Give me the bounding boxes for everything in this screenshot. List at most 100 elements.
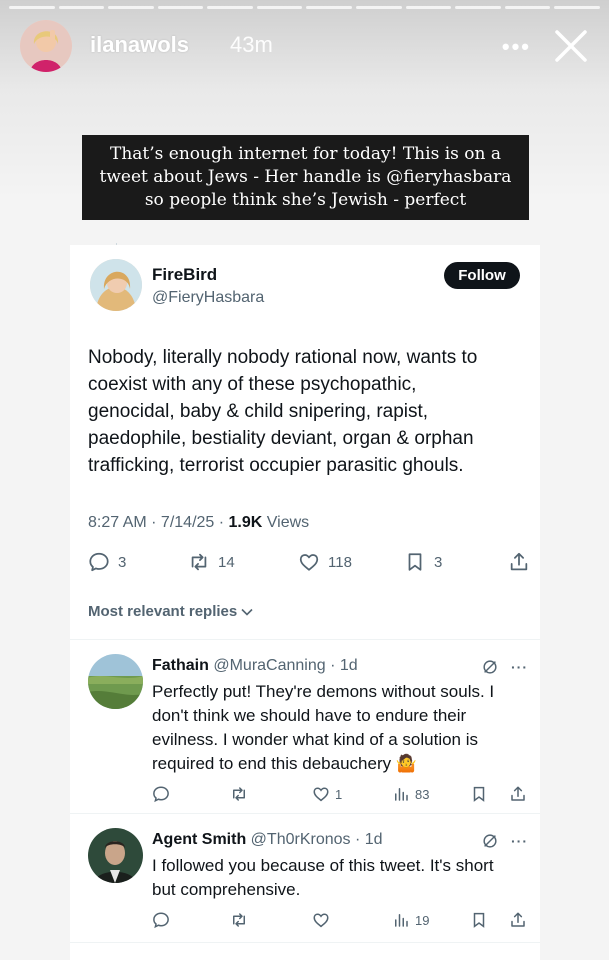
reply-more-icon[interactable]: ··· — [511, 659, 528, 675]
reply-views-count: 19 — [415, 912, 430, 928]
progress-segment — [58, 6, 105, 9]
reply-like-count: 1 — [335, 786, 343, 802]
reply-header: Agent Smith @Th0rKronos · 1d — [152, 831, 383, 848]
close-icon[interactable] — [551, 26, 591, 66]
grok-icon[interactable] — [481, 832, 499, 850]
bookmark-icon — [408, 553, 422, 571]
story-user-avatar[interactable] — [20, 20, 72, 72]
reply-like-button[interactable]: 1 — [312, 785, 342, 803]
analytics-icon — [395, 914, 408, 927]
bookmark-icon — [473, 786, 485, 802]
repost-icon — [233, 787, 245, 801]
caption-line: tweet about Jews - Her handle is @fieryh… — [99, 167, 512, 187]
reply-text-line: but comprehensive. — [152, 880, 301, 899]
reply-bookmark-button[interactable] — [470, 785, 488, 803]
progress-segment — [9, 6, 55, 9]
story-time-ago: 43m — [230, 32, 273, 57]
reply-author-name[interactable]: Agent Smith — [152, 831, 246, 848]
reply-count: 3 — [118, 553, 127, 571]
progress-segment — [554, 6, 600, 9]
reply-text-line: required to end this debauchery 🤷 — [152, 754, 417, 773]
divider — [70, 639, 540, 640]
reply-reply-button[interactable] — [152, 911, 170, 929]
reply-like-button[interactable] — [312, 911, 330, 929]
reply-icon — [153, 786, 169, 803]
tweet-meta: 8:27 AM · 7/14/25 · 1.9K Views — [88, 514, 310, 531]
progress-segment — [356, 6, 402, 9]
reply-views-button[interactable]: 83 — [392, 785, 429, 803]
story-caption: That’s enough internet for today! This i… — [82, 135, 529, 220]
reply-button[interactable]: 3 — [88, 551, 126, 573]
bookmark-count: 3 — [434, 553, 443, 571]
reply-avatar[interactable] — [88, 654, 143, 709]
replies-sort-label: Most relevant replies — [88, 603, 238, 620]
share-icon — [511, 912, 525, 927]
reply-text-line: Perfectly put! They're demons without so… — [152, 682, 495, 701]
tweet-screenshot: FireBird @FieryHasbara Follow Nobody, li… — [70, 245, 540, 960]
tweet-text-line: paedophile, bestiality deviant, organ & … — [88, 428, 474, 449]
reply-author-handle[interactable]: @MuraCanning — [213, 657, 325, 674]
reply-actions: 1 83 — [152, 785, 532, 805]
like-count: 118 — [328, 553, 352, 571]
progress-segment — [108, 6, 154, 9]
author-handle[interactable]: @FieryHasbara — [152, 289, 264, 307]
reply-more-icon[interactable]: ··· — [511, 833, 528, 849]
reply-repost-button[interactable] — [230, 785, 248, 803]
heart-icon — [313, 913, 329, 928]
more-options-icon[interactable]: ••• — [502, 34, 531, 60]
reply-share-button[interactable] — [509, 785, 527, 803]
author-name[interactable]: FireBird — [152, 265, 217, 285]
reply-icon — [153, 912, 169, 929]
reply-repost-button[interactable] — [230, 911, 248, 929]
reply-age: 1d — [339, 657, 358, 674]
reply-reply-button[interactable] — [152, 785, 170, 803]
analytics-icon — [395, 788, 408, 801]
share-icon — [511, 786, 525, 801]
tweet-text-line: Nobody, literally nobody rational now, w… — [88, 347, 478, 368]
repost-count: 14 — [218, 553, 235, 571]
story-header: ilanawols 43m ••• — [18, 20, 591, 74]
reply-icon — [89, 552, 109, 572]
progress-segment — [306, 6, 353, 9]
reply-author-name[interactable]: Fathain — [152, 657, 209, 674]
caption-line: so people think she’s Jewish - perfect — [144, 190, 467, 210]
tweet-text: Nobody, literally nobody rational now, w… — [88, 344, 533, 479]
repost-button[interactable]: 14 — [188, 551, 235, 573]
grok-icon[interactable] — [481, 658, 499, 676]
like-button[interactable]: 118 — [298, 551, 352, 573]
tweet-text-line: genocidal, baby & child snipering, rapis… — [88, 401, 429, 422]
repost-icon — [191, 553, 207, 571]
progress-segment — [455, 6, 501, 9]
chevron-down-icon — [241, 608, 253, 616]
heart-icon — [299, 554, 319, 571]
reply-text: Perfectly put! They're demons without so… — [152, 680, 537, 776]
progress-segment — [157, 6, 204, 9]
story-username[interactable]: ilanawols — [90, 32, 189, 58]
reply-views-button[interactable]: 19 — [392, 911, 429, 929]
caption-line: That’s enough internet for today! This i… — [110, 144, 501, 164]
reply-top-icons: ··· — [481, 832, 528, 850]
reply-avatar[interactable] — [88, 828, 143, 883]
reply-text: I followed you because of this tweet. It… — [152, 854, 537, 902]
tweet-actions: 3 14 118 3 — [88, 551, 533, 577]
bookmark-button[interactable]: 3 — [404, 551, 442, 573]
reply-views-count: 83 — [415, 786, 430, 802]
reply-bookmark-button[interactable] — [470, 911, 488, 929]
author-avatar[interactable] — [90, 259, 142, 311]
follow-button[interactable]: Follow — [444, 262, 520, 289]
replies-sort-toggle[interactable]: Most relevant replies — [88, 603, 254, 620]
reply-text-line: I followed you because of this tweet. It… — [152, 856, 494, 875]
repost-icon — [233, 913, 245, 927]
share-button[interactable] — [508, 551, 530, 573]
story-progress-bar — [9, 6, 600, 9]
tweet-date[interactable]: 7/14/25 — [161, 514, 214, 531]
reply-header: Fathain @MuraCanning · 1d — [152, 657, 358, 674]
reply-top-icons: ··· — [481, 658, 528, 676]
progress-segment — [405, 6, 452, 9]
tweet-time[interactable]: 8:27 AM — [88, 514, 147, 531]
reply-actions: 19 — [152, 911, 532, 931]
tweet-text-line: coexist with any of these psychopathic, — [88, 374, 417, 395]
reply-author-handle[interactable]: @Th0rKronos — [251, 831, 351, 848]
reply-share-button[interactable] — [509, 911, 527, 929]
progress-segment — [504, 6, 551, 9]
